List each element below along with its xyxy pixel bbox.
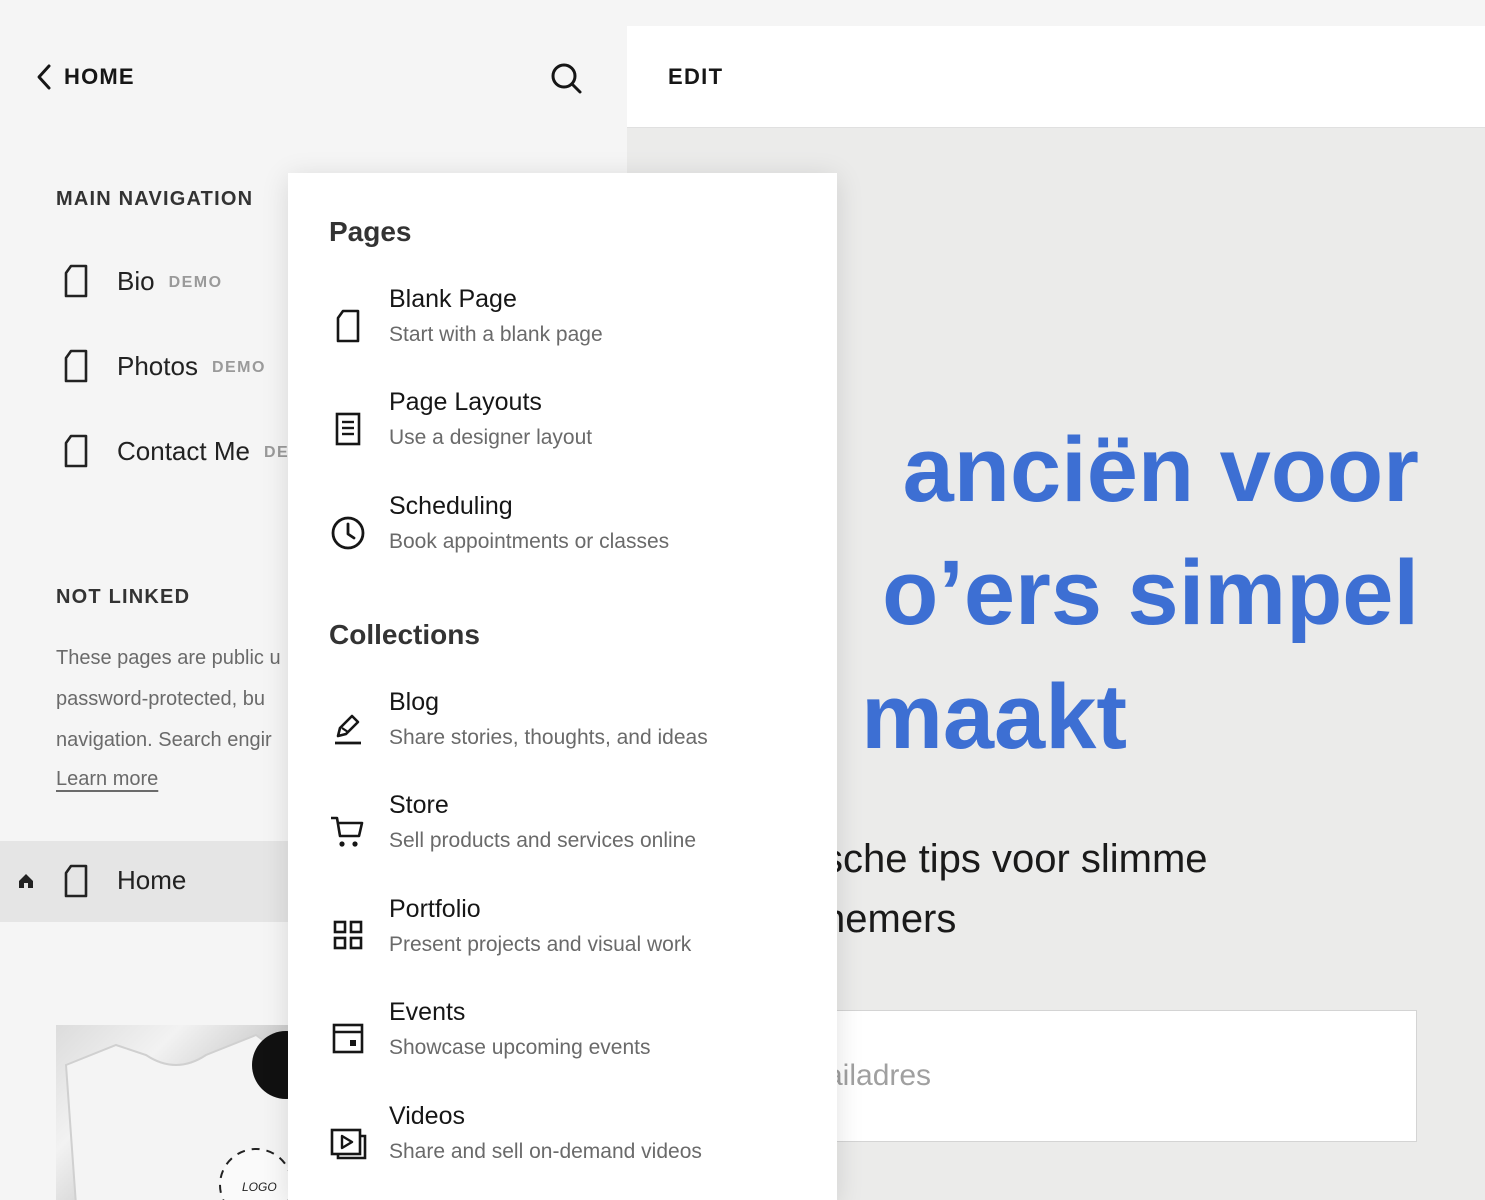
email-field[interactable] [787, 1010, 1417, 1142]
page-icon [336, 309, 360, 343]
demo-badge: DEMO [168, 273, 223, 291]
menu-item-scheduling[interactable]: Scheduling Book appointments or classes [288, 492, 837, 582]
hero-headline-line: anciën voor [902, 419, 1419, 521]
menu-item-subtitle: Book appointments or classes [389, 530, 670, 553]
menu-item-portfolio[interactable]: Portfolio Present projects and visual wo… [288, 895, 837, 985]
learn-more-link[interactable]: Learn more [56, 768, 158, 791]
hero-subheadline-line: sche tips voor slimme [823, 837, 1208, 881]
add-page-menu: Pages Blank Page Start with a blank page… [288, 173, 837, 1200]
nav-item-label: Bio DEMO [117, 265, 223, 296]
collections-heading: Collections [329, 619, 480, 650]
demo-badge: DEMO [211, 358, 266, 376]
not-linked-description: navigation. Search engir [56, 729, 272, 751]
menu-item-title: Store [389, 791, 449, 819]
menu-item-events[interactable]: Events Showcase upcoming events [288, 998, 837, 1088]
menu-item-subtitle: Showcase upcoming events [389, 1036, 651, 1059]
menu-item-blank-page[interactable]: Blank Page Start with a blank page [288, 285, 837, 375]
menu-item-subtitle: Use a designer layout [389, 426, 593, 449]
edit-bar: EDIT [627, 26, 1485, 128]
not-linked-title: NOT LINKED [56, 586, 191, 608]
back-home-button[interactable]: HOME [34, 62, 135, 92]
calendar-icon [332, 1023, 364, 1054]
search-icon [551, 63, 582, 94]
hero-headline-line: o’ers simpel [882, 542, 1419, 644]
menu-item-title: Blank Page [389, 285, 517, 313]
clock-icon [331, 516, 365, 550]
menu-item-subtitle: Start with a blank page [389, 323, 603, 346]
page-icon [64, 434, 88, 468]
menu-item-title: Videos [389, 1102, 465, 1130]
tshirt-image: LOGO [64, 1031, 296, 1200]
nav-item-label: Home [117, 865, 187, 895]
not-linked-description: password-protected, bu [56, 688, 266, 710]
not-linked-description: These pages are public u [56, 647, 281, 669]
menu-item-subtitle: Share and sell on-demand videos [389, 1140, 702, 1163]
menu-item-page-layouts[interactable]: Page Layouts Use a designer layout [288, 388, 837, 478]
home-icon [19, 874, 33, 888]
menu-item-subtitle: Present projects and visual work [389, 933, 692, 956]
main-navigation-title: MAIN NAVIGATION [56, 188, 254, 210]
pages-heading: Pages [329, 216, 412, 247]
page-icon [64, 864, 88, 898]
search-button[interactable] [548, 60, 584, 96]
grid-icon [333, 920, 363, 950]
menu-item-title: Portfolio [389, 895, 481, 923]
menu-item-videos[interactable]: Videos Share and sell on-demand videos [288, 1102, 837, 1192]
logo-text: LOGO [242, 1180, 277, 1194]
menu-item-title: Blog [389, 688, 440, 716]
cart-icon [331, 816, 364, 847]
video-icon [330, 1128, 367, 1160]
edit-button[interactable]: EDIT [668, 64, 723, 90]
page-icon [64, 264, 88, 298]
hero-subheadline-line: nemers [823, 897, 957, 941]
nav-item-label: Photos DEMO [117, 350, 266, 381]
menu-item-subtitle: Share stories, thoughts, and ideas [389, 726, 708, 749]
menu-item-title: Scheduling [389, 492, 513, 520]
menu-item-title: Page Layouts [389, 388, 542, 416]
menu-item-blog[interactable]: Blog Share stories, thoughts, and ideas [288, 688, 837, 778]
template-thumbnail: LOGO [56, 1025, 296, 1200]
pen-icon [335, 714, 361, 745]
menu-item-subtitle: Sell products and services online [389, 829, 697, 852]
hero-headline-line: maakt [861, 666, 1127, 768]
layout-icon [335, 412, 361, 446]
back-label: HOME [64, 64, 135, 89]
page-icon [64, 349, 88, 383]
menu-item-store[interactable]: Store Sell products and services online [288, 791, 837, 881]
menu-item-title: Events [389, 998, 466, 1026]
chevron-left-icon [37, 64, 51, 90]
